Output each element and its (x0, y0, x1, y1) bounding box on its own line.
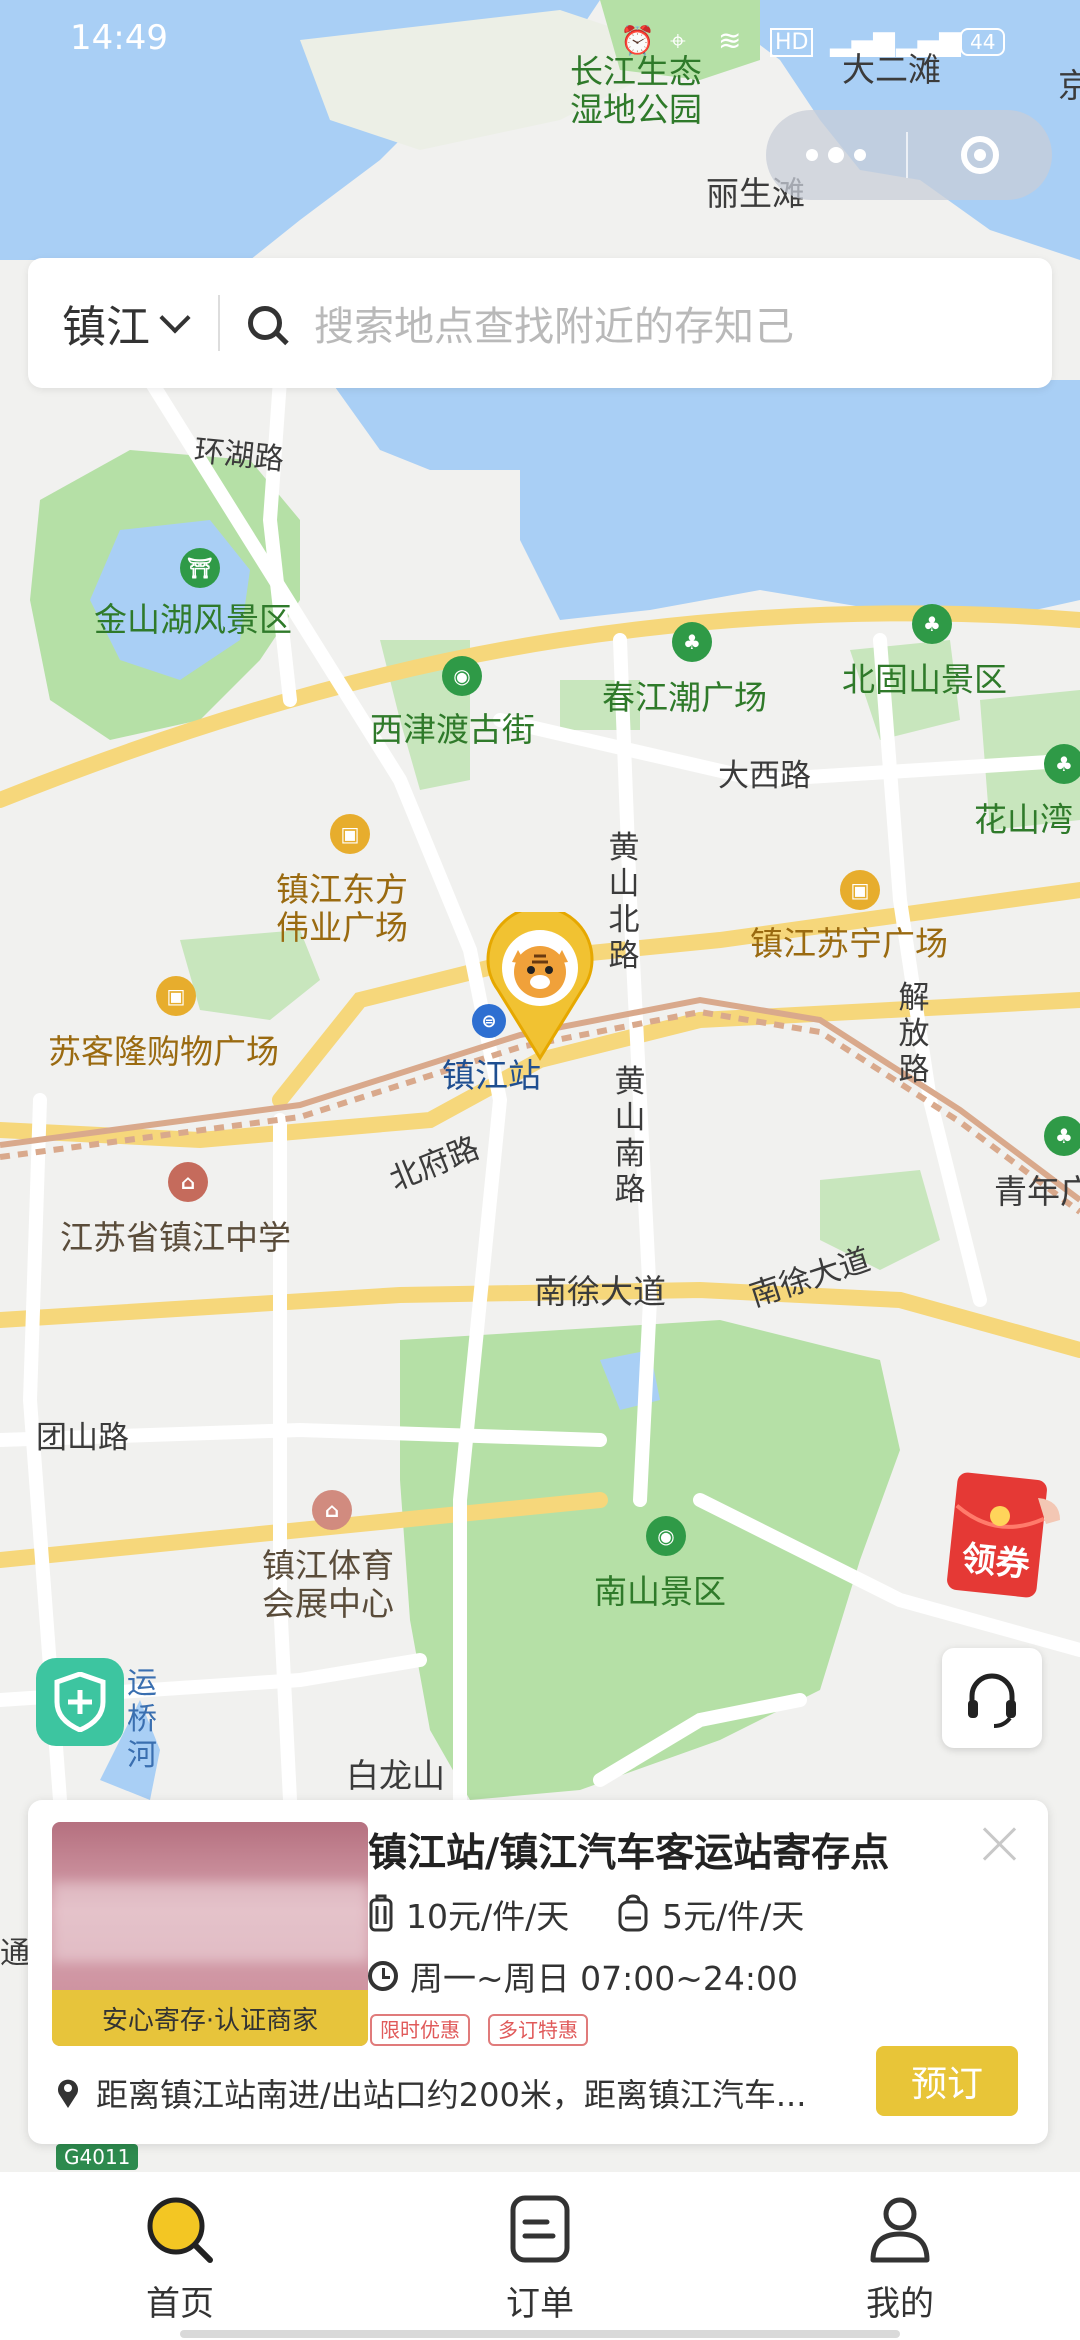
school-poi-icon: ⌂ (168, 1162, 208, 1202)
chevron-down-icon (159, 302, 191, 334)
map-label: 湿地公园 (570, 90, 702, 129)
address-text: 距离镇江站南进/出站口约200米，距离镇江汽车... (96, 2076, 807, 2114)
tab-orders[interactable]: 订单 (360, 2172, 720, 2340)
park-poi-icon: ♣ (1044, 744, 1080, 784)
home-search-icon (147, 2197, 213, 2263)
city-name: 镇江 (62, 302, 150, 353)
map-label: 团山路 (36, 1420, 129, 1456)
city-selector[interactable]: 镇江 (28, 258, 191, 388)
map-label: 伟业广场 (276, 908, 408, 947)
map-label: 运桥河 (127, 1666, 157, 1773)
miniprogram-capsule (766, 110, 1052, 200)
park-poi-icon: ♣ (672, 622, 712, 662)
map-label: 黄山南路 (614, 1064, 646, 1208)
map-label: 白龙山 (346, 1756, 445, 1795)
promo-tag: 多订特惠 (488, 2014, 588, 2046)
tab-orders-label: 订单 (506, 2284, 574, 2324)
profile-icon (870, 2197, 930, 2263)
location-pin-icon (58, 2079, 78, 2108)
map-label: 解放路 (898, 980, 930, 1088)
highway-shield: G4011 (56, 2144, 139, 2170)
tab-home-label: 首页 (146, 2284, 214, 2324)
map-label: 苏客隆购物广场 (48, 1032, 279, 1071)
order-icon (510, 2195, 570, 2263)
hd-icon: HD (770, 28, 814, 57)
store-map-pin[interactable] (480, 912, 600, 1062)
coupon-button[interactable]: 领券 (942, 1470, 1060, 1600)
map-label: 黄山北路 (608, 830, 640, 974)
book-button[interactable]: 预订 (876, 2046, 1018, 2116)
map-label: 会展中心 (262, 1584, 394, 1623)
map-label: 北固山景区 (842, 660, 1007, 699)
suitcase-icon (369, 1894, 393, 1932)
map-label: 镇江体育 (262, 1546, 394, 1585)
tab-profile[interactable]: 我的 (720, 2172, 1080, 2340)
close-circle-icon (961, 136, 999, 174)
headset-icon (968, 1673, 1016, 1728)
close-miniprogram-button[interactable] (908, 110, 1052, 200)
more-dots-icon (854, 149, 866, 161)
promo-tag: 限时优惠 (370, 2014, 470, 2046)
close-card-button[interactable] (978, 1822, 1022, 1866)
safety-shield-button[interactable] (36, 1658, 124, 1746)
tab-home[interactable]: 首页 (0, 2172, 360, 2340)
map-label: 春江潮广场 (602, 678, 767, 717)
search-input[interactable]: 搜索地点查找附近的存知己 (220, 258, 1052, 388)
coupon-label: 领券 (959, 1538, 1032, 1586)
map-label: 南徐大道 (534, 1272, 666, 1311)
tab-profile-label: 我的 (866, 2284, 934, 2324)
camera-poi-icon: ◉ (442, 656, 482, 696)
map-label: 金山湖风景区 (94, 600, 292, 639)
park-poi-icon: ♣ (912, 604, 952, 644)
shopping-poi-icon: ▣ (156, 976, 196, 1016)
search-icon (248, 306, 282, 340)
map-label: 镇江东方 (276, 870, 408, 909)
more-menu-button[interactable] (766, 110, 906, 200)
clock-icon (368, 1961, 398, 1991)
scenic-icon: ⛩ (180, 548, 220, 588)
bottom-nav: 首页 订单 我的 (0, 2172, 1080, 2340)
camera-poi-icon: ◉ (646, 1516, 686, 1556)
home-indicator[interactable] (180, 2330, 900, 2338)
park-poi-icon: ♣ (1044, 1116, 1080, 1156)
backpack-icon (618, 1894, 648, 1932)
map-label: 江苏省镇江中学 (60, 1218, 291, 1257)
search-placeholder: 搜索地点查找附近的存知己 (314, 304, 794, 350)
shield-plus-icon (54, 1672, 106, 1732)
certified-badge: 安心寄存·认证商家 (52, 1990, 368, 2046)
status-time: 14:49 (70, 18, 168, 58)
more-dots-icon (828, 147, 844, 163)
map-label: 镇江站 (442, 1056, 541, 1095)
map-label: 西津渡古街 (370, 710, 535, 749)
more-dots-icon (806, 149, 818, 161)
store-title: 镇江站/镇江汽车客运站寄存点 (368, 1831, 890, 1876)
wifi-icon: ≋ (718, 24, 742, 57)
price-large: 10元/件/天 (406, 1897, 570, 1936)
battery-icon: 44 (960, 28, 1006, 56)
price-small: 5元/件/天 (662, 1897, 805, 1936)
map-label: 青年广 (994, 1172, 1080, 1211)
map-label: 大西路 (718, 758, 811, 794)
hours-text: 周一~周日 07:00~24:00 (410, 1959, 798, 1998)
search-bar: 镇江 搜索地点查找附近的存知己 (28, 258, 1052, 388)
shopping-poi-icon: ▣ (840, 870, 880, 910)
map-label: 花山湾 (974, 800, 1073, 839)
opening-hours: 周一~周日 07:00~24:00 (368, 1952, 798, 2000)
customer-service-button[interactable] (942, 1648, 1042, 1748)
map-label: 大二滩 (842, 50, 941, 89)
map-label: 京 (1058, 66, 1080, 105)
tiger-pin-icon (486, 912, 594, 1061)
map-label: 南山景区 (594, 1572, 726, 1611)
map-label: 通 (0, 1936, 30, 1971)
store-info-card[interactable]: 安心寄存·认证商家 镇江站/镇江汽车客运站寄存点 10元/件/天 5元/件/天 … (28, 1800, 1048, 2144)
venue-poi-icon: ⌂ (312, 1490, 352, 1530)
map-label: 镇江苏宁广场 (750, 924, 948, 963)
price-large-item: 10元/件/天 (368, 1890, 569, 1938)
map-label: 长江生态 (570, 52, 702, 91)
store-address: 距离镇江站南进/出站口约200米，距离镇江汽车... (56, 2070, 846, 2116)
price-small-item: 5元/件/天 (616, 1890, 804, 1938)
shopping-poi-icon: ▣ (330, 814, 370, 854)
